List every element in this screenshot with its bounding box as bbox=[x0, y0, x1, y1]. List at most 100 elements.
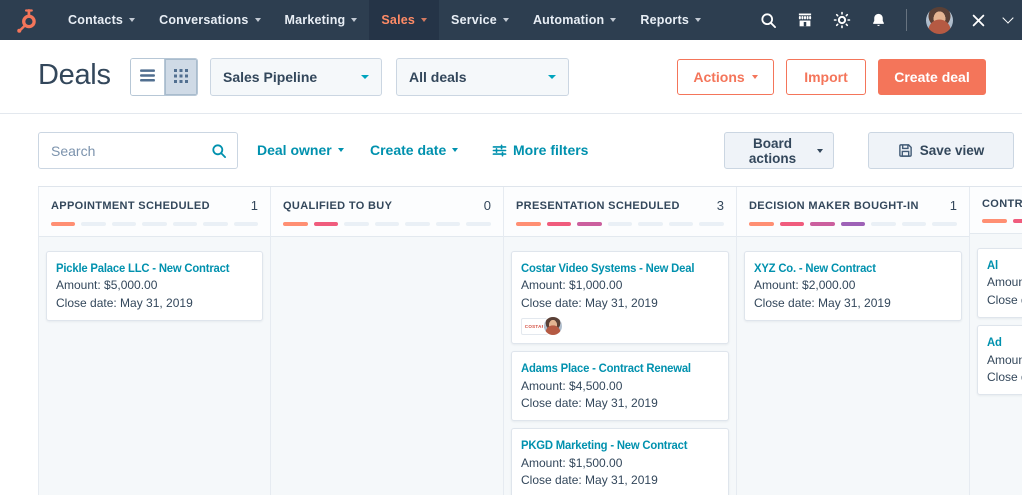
deal-amount: Amount: $4,500.00 bbox=[521, 378, 719, 395]
stage-progress-segment bbox=[466, 222, 491, 226]
search-input[interactable] bbox=[39, 143, 211, 159]
deal-title-link[interactable]: XYZ Co. - New Contract bbox=[754, 260, 951, 277]
deal-title-link[interactable]: Pickle Palace LLC - New Contract bbox=[56, 260, 252, 277]
deal-card[interactable]: Ad Amount: Close date: bbox=[977, 325, 1022, 395]
search-box bbox=[38, 132, 238, 169]
column-body: XYZ Co. - New Contract Amount: $2,000.00… bbox=[737, 237, 969, 495]
deal-title-link[interactable]: PKGD Marketing - New Contract bbox=[521, 437, 718, 454]
deal-card[interactable]: XYZ Co. - New Contract Amount: $2,000.00… bbox=[744, 251, 962, 321]
nav-item-conversations[interactable]: Conversations bbox=[147, 0, 272, 40]
deal-title-link[interactable]: Al bbox=[987, 257, 1022, 274]
stage-name: PRESENTATION SCHEDULED bbox=[516, 200, 680, 212]
column-header: PRESENTATION SCHEDULED 3 bbox=[504, 187, 736, 237]
search-icon[interactable] bbox=[211, 143, 227, 159]
actions-button-label: Actions bbox=[693, 69, 744, 85]
deal-amount: Amount: $1,000.00 bbox=[521, 277, 719, 294]
chevron-down-icon bbox=[695, 18, 701, 22]
create-deal-button[interactable]: Create deal bbox=[878, 59, 986, 95]
search-icon[interactable] bbox=[760, 12, 777, 29]
user-avatar[interactable] bbox=[926, 7, 953, 34]
notifications-icon[interactable] bbox=[870, 12, 887, 29]
column-body: Al Amount: Close date: Ad Amount: Close … bbox=[970, 234, 1022, 495]
caret-down-icon bbox=[752, 75, 758, 79]
stage-progress-segment bbox=[405, 222, 430, 226]
deal-card[interactable]: Costar Video Systems - New Deal Amount: … bbox=[511, 251, 729, 344]
caret-down-icon bbox=[548, 75, 556, 79]
list-view-button[interactable] bbox=[131, 59, 164, 95]
deal-amount: Amount: $1,500.00 bbox=[521, 455, 719, 472]
create-deal-button-label: Create deal bbox=[894, 69, 969, 85]
create-date-filter[interactable]: Create date bbox=[370, 114, 458, 186]
person-avatar[interactable] bbox=[544, 317, 562, 335]
deal-close-date: Close date: May 31, 2019 bbox=[56, 295, 253, 312]
nav-item-reports[interactable]: Reports bbox=[628, 0, 713, 40]
column-header: QUALIFIED TO BUY 0 bbox=[271, 187, 503, 237]
card-avatars: COSTAR bbox=[521, 317, 719, 335]
stage-name: APPOINTMENT SCHEDULED bbox=[51, 200, 210, 212]
deal-card[interactable]: Pickle Palace LLC - New Contract Amount:… bbox=[46, 251, 263, 321]
nav-item-sales[interactable]: Sales bbox=[369, 0, 439, 40]
filter-bar: Deal owner Create date More filters Boar… bbox=[0, 114, 1022, 186]
close-icon[interactable] bbox=[972, 14, 985, 27]
create-date-filter-label: Create date bbox=[370, 142, 446, 158]
board-actions-button[interactable]: Board actions bbox=[724, 132, 834, 169]
deal-owner-filter[interactable]: Deal owner bbox=[257, 114, 344, 186]
hubspot-logo-icon[interactable] bbox=[0, 0, 56, 40]
chevron-down-icon bbox=[255, 18, 261, 22]
nav-item-contacts[interactable]: Contacts bbox=[56, 0, 147, 40]
deal-card[interactable]: Adams Place - Contract Renewal Amount: $… bbox=[511, 351, 729, 421]
stage-progress-segment bbox=[932, 222, 957, 226]
nav-item-label: Marketing bbox=[285, 13, 346, 27]
nav-item-label: Sales bbox=[381, 13, 415, 27]
stage-progress-segment bbox=[81, 222, 105, 226]
deal-title-link[interactable]: Costar Video Systems - New Deal bbox=[521, 260, 718, 277]
board-view-button[interactable] bbox=[164, 59, 197, 95]
top-navigation: Contacts Conversations Marketing Sales S… bbox=[0, 0, 1022, 40]
nav-item-automation[interactable]: Automation bbox=[521, 0, 628, 40]
stage-progress-segment bbox=[283, 222, 308, 226]
column-header: APPOINTMENT SCHEDULED 1 bbox=[39, 187, 270, 237]
stage-name: DECISION MAKER BOUGHT-IN bbox=[749, 200, 919, 212]
deal-card[interactable]: Al Amount: Close date: bbox=[977, 248, 1022, 318]
stage-progress-bar bbox=[749, 222, 957, 226]
chevron-down-icon bbox=[610, 18, 616, 22]
nav-item-marketing[interactable]: Marketing bbox=[273, 0, 370, 40]
pipeline-column: QUALIFIED TO BUY 0 bbox=[271, 187, 504, 495]
actions-button[interactable]: Actions bbox=[677, 59, 774, 95]
import-button-label: Import bbox=[804, 69, 848, 85]
deal-amount: Amount: bbox=[987, 352, 1022, 369]
pipeline-select[interactable]: Sales Pipeline bbox=[210, 58, 382, 96]
save-view-label: Save view bbox=[920, 143, 985, 158]
caret-down-icon bbox=[361, 75, 369, 79]
stage-progress-bar bbox=[283, 222, 491, 226]
hubspot-deals-screen: Contacts Conversations Marketing Sales S… bbox=[0, 0, 1022, 495]
deal-title-link[interactable]: Ad bbox=[987, 334, 1022, 351]
stage-progress-segment bbox=[841, 222, 866, 226]
import-button[interactable]: Import bbox=[786, 59, 866, 95]
deal-title-link[interactable]: Adams Place - Contract Renewal bbox=[521, 360, 718, 377]
stage-name: QUALIFIED TO BUY bbox=[283, 200, 392, 212]
marketplace-icon[interactable] bbox=[796, 11, 814, 29]
more-filters-link[interactable]: More filters bbox=[492, 114, 588, 186]
stage-progress-segment bbox=[51, 222, 75, 226]
deal-card[interactable]: PKGD Marketing - New Contract Amount: $1… bbox=[511, 428, 729, 495]
caret-down-icon bbox=[452, 148, 458, 152]
stage-progress-segment bbox=[780, 222, 805, 226]
deals-filter-select[interactable]: All deals bbox=[396, 58, 569, 96]
pipeline-select-value: Sales Pipeline bbox=[223, 69, 317, 85]
chevron-down-icon[interactable] bbox=[1002, 12, 1013, 23]
column-header: CONTRACT SENT bbox=[970, 187, 1022, 234]
stage-progress-bar bbox=[51, 222, 258, 226]
nav-item-service[interactable]: Service bbox=[439, 0, 521, 40]
save-view-button[interactable]: Save view bbox=[868, 132, 1014, 169]
nav-item-label: Automation bbox=[533, 13, 604, 27]
stage-deal-count: 1 bbox=[950, 198, 957, 213]
stage-progress-segment bbox=[1013, 219, 1022, 223]
filter-sliders-icon bbox=[492, 143, 507, 158]
stage-progress-segment bbox=[173, 222, 197, 226]
stage-progress-segment bbox=[112, 222, 136, 226]
deals-board: APPOINTMENT SCHEDULED 1 Pickle Palace LL… bbox=[38, 186, 1022, 495]
settings-icon[interactable] bbox=[833, 11, 851, 29]
nav-item-label: Reports bbox=[640, 13, 689, 27]
column-body: Pickle Palace LLC - New Contract Amount:… bbox=[39, 237, 270, 495]
